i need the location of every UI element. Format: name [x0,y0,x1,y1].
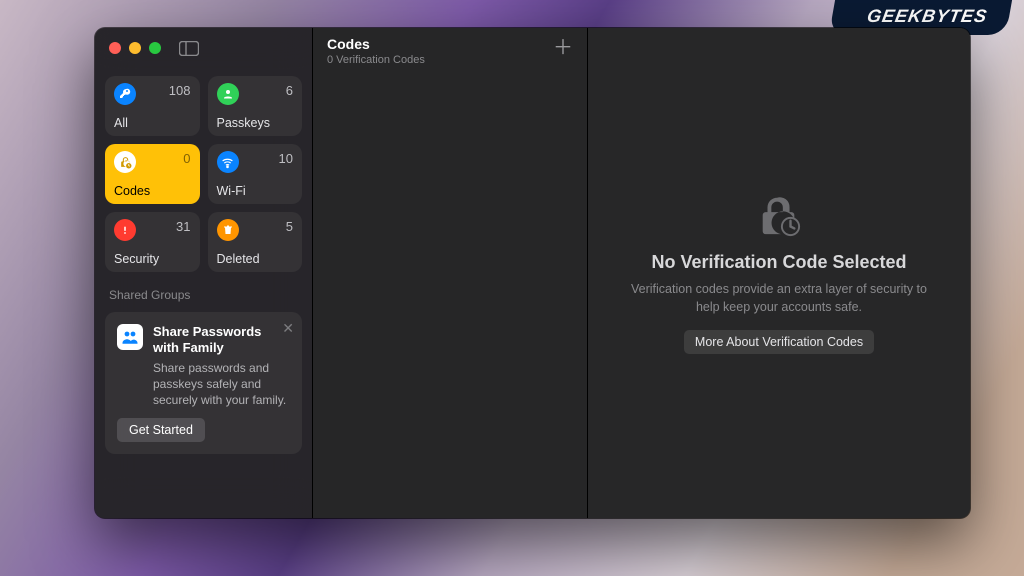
family-icon [117,324,143,350]
toggle-sidebar-button[interactable] [179,41,199,56]
share-card-title: Share Passwords with Family [153,324,290,357]
detail-body: Verification codes provide an extra laye… [619,281,939,316]
category-label: Wi-Fi [217,184,294,198]
list-title: Codes [327,36,425,53]
list-column: Codes 0 Verification Codes ＋ [313,28,588,518]
shared-groups-heading: Shared Groups [95,284,312,308]
category-label: All [114,116,191,130]
titlebar [95,28,312,68]
category-label: Codes [114,184,191,198]
sidebar-item-deleted[interactable]: 5 Deleted [208,212,303,272]
category-label: Security [114,252,191,266]
detail-heading: No Verification Code Selected [651,252,906,273]
sidebar-item-passkeys[interactable]: 6 Passkeys [208,76,303,136]
category-count: 5 [286,219,293,234]
window-controls [109,42,161,54]
sidebar-item-all[interactable]: 108 All [105,76,200,136]
lock-clock-icon [756,192,802,238]
get-started-button[interactable]: Get Started [117,418,205,442]
alert-icon [114,219,136,241]
fullscreen-window-button[interactable] [149,42,161,54]
sidebar: 108 All 6 Passkeys 0 [95,28,313,518]
minimize-window-button[interactable] [129,42,141,54]
category-count: 0 [183,151,190,166]
person-icon [217,83,239,105]
close-window-button[interactable] [109,42,121,54]
key-icon [114,83,136,105]
sidebar-item-security[interactable]: 31 Security [105,212,200,272]
sidebar-item-wifi[interactable]: 10 Wi-Fi [208,144,303,204]
wifi-icon [217,151,239,173]
category-count: 10 [279,151,293,166]
lock-clock-icon [114,151,136,173]
detail-pane: No Verification Code Selected Verificati… [588,28,970,518]
category-count: 6 [286,83,293,98]
sidebar-item-codes[interactable]: 0 Codes [105,144,200,204]
share-passwords-card: ✕ Share Passwords with Family Share pass… [105,312,302,454]
category-count: 108 [169,83,191,98]
share-card-desc: Share passwords and passkeys safely and … [153,360,290,409]
list-subtitle: 0 Verification Codes [327,54,425,66]
more-about-codes-button[interactable]: More About Verification Codes [684,330,874,354]
category-label: Passkeys [217,116,294,130]
close-icon[interactable]: ✕ [282,320,294,337]
trash-icon [217,219,239,241]
app-window: 108 All 6 Passkeys 0 [95,28,970,518]
category-count: 31 [176,219,190,234]
category-grid: 108 All 6 Passkeys 0 [95,68,312,284]
category-label: Deleted [217,252,294,266]
list-header: Codes 0 Verification Codes ＋ [313,28,587,76]
add-button[interactable]: ＋ [553,36,573,58]
